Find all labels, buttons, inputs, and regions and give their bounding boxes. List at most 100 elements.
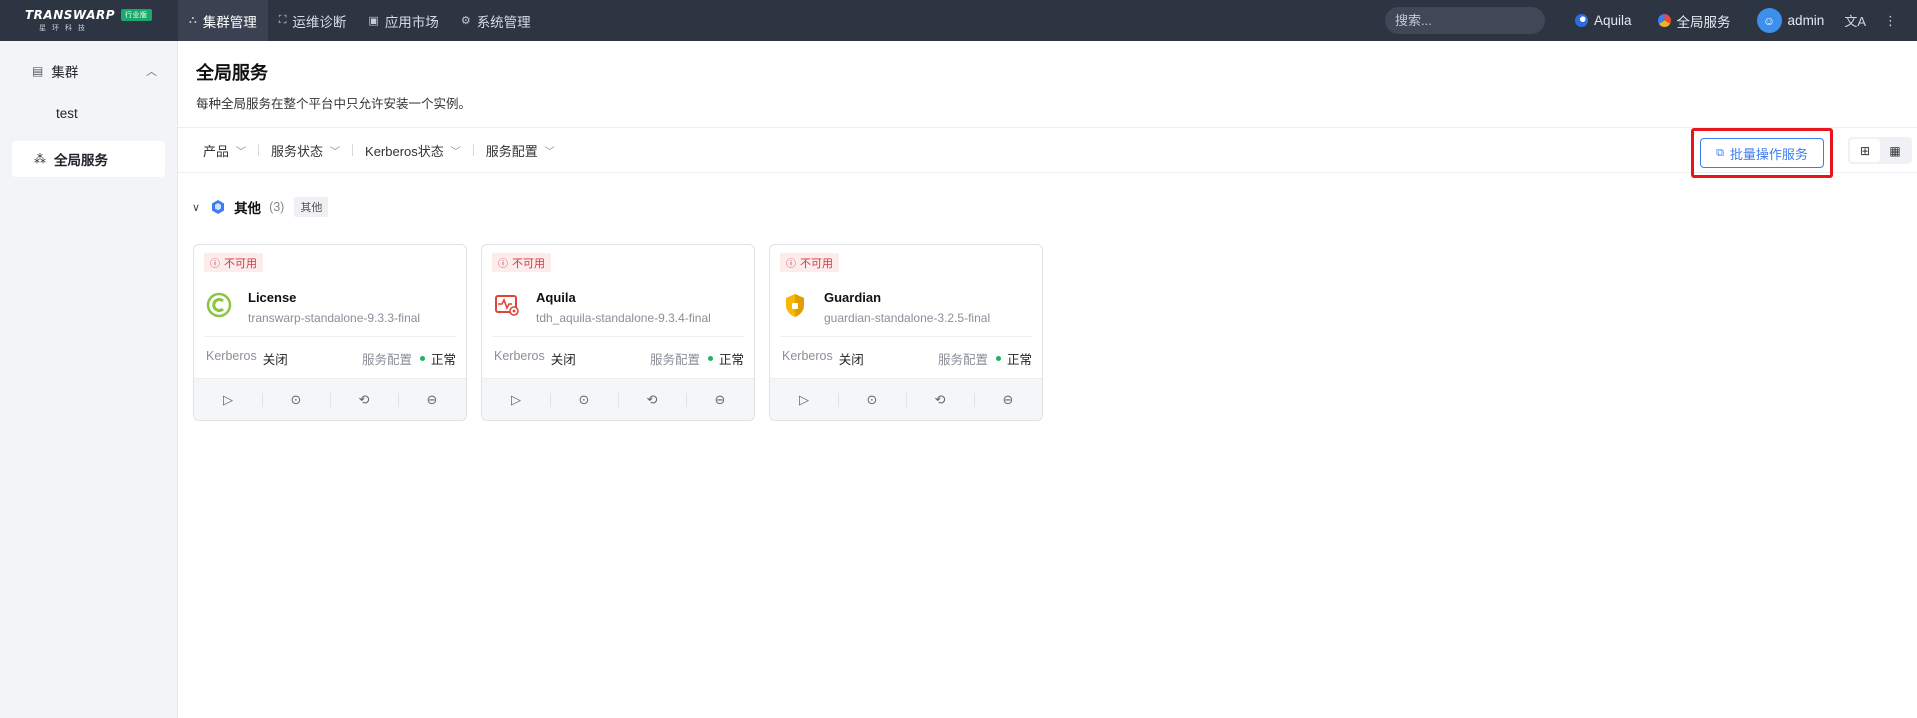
copy-icon: ⧉ xyxy=(1716,146,1724,159)
top-nav-app-market[interactable]: ▣ 应用市场 xyxy=(357,0,449,41)
shield-icon xyxy=(786,294,804,317)
chevron-down-icon: ∨ xyxy=(192,201,201,214)
top-right-tools: Aquila 全局服务 ☺ admin 文A ⋮ xyxy=(1385,0,1917,41)
status-badge: ⓘ 不可用 xyxy=(780,253,839,272)
service-meta: Kerberos 关闭 服务配置 正常 xyxy=(782,349,1032,368)
service-name: License xyxy=(248,290,297,305)
stop-icon[interactable]: ⊙ xyxy=(262,379,330,420)
stop-icon[interactable]: ⊙ xyxy=(838,379,906,420)
config-value: 正常 xyxy=(430,353,456,367)
top-nav-ops-diagnosis[interactable]: ⛶ 运维诊断 xyxy=(268,0,358,41)
table-view-icon[interactable]: ▦ xyxy=(1880,139,1910,162)
top-nav-cluster-management[interactable]: ⛬ 集群管理 xyxy=(178,0,268,41)
sidebar: ▤ 集群 ︿ test ⁂ 全局服务 xyxy=(0,41,178,718)
stop-icon[interactable]: ⊙ xyxy=(550,379,618,420)
view-toggle: ⊞ ▦ xyxy=(1848,137,1912,164)
group-name: 其他 xyxy=(234,201,262,216)
avatar: ☺ xyxy=(1756,8,1782,33)
service-meta: Kerberos 关闭 服务配置 正常 xyxy=(206,349,456,368)
config-value: 正常 xyxy=(1006,353,1032,367)
logo-edition-tag: 行业版 xyxy=(121,9,152,21)
restart-icon[interactable]: ⟲ xyxy=(906,379,974,420)
chevron-down-icon: ﹀ xyxy=(236,146,247,158)
gear-icon: ⚙ xyxy=(460,15,471,27)
kerberos-value: 关闭 xyxy=(262,353,288,367)
warning-circle-icon: ⓘ xyxy=(786,259,796,270)
warning-circle-icon: ⓘ xyxy=(498,259,508,270)
search-input[interactable] xyxy=(1385,7,1546,34)
cube-icon xyxy=(212,200,225,214)
config-label: 服务配置 xyxy=(937,353,988,367)
sidebar-item-test[interactable]: test xyxy=(12,95,165,131)
service-card-aquila[interactable]: ⓘ 不可用 Aquila tdh_aquila-standalone-9.3.4… xyxy=(481,244,755,421)
service-name: Aquila xyxy=(536,290,576,305)
server-icon: ▤ xyxy=(32,64,44,78)
remove-icon[interactable]: ⊖ xyxy=(686,379,754,420)
restart-icon[interactable]: ⟲ xyxy=(618,379,686,420)
aquila-link[interactable]: Aquila xyxy=(1567,13,1640,28)
status-dot xyxy=(419,356,425,361)
more-vertical-icon[interactable]: ⋮ xyxy=(1884,13,1897,29)
chevron-down-icon: ﹀ xyxy=(450,146,461,158)
start-icon[interactable]: ▷ xyxy=(482,379,550,420)
filter-label: 服务配置 xyxy=(485,143,538,159)
filter-service-status[interactable]: 服务状态 ﹀ xyxy=(259,141,352,160)
start-icon[interactable]: ▷ xyxy=(770,379,838,420)
logo-brand-text: TRANSWARP xyxy=(25,8,116,22)
top-nav-label: 运维诊断 xyxy=(292,14,347,30)
warning-circle-icon: ⓘ xyxy=(210,259,220,270)
remove-icon[interactable]: ⊖ xyxy=(398,379,466,420)
chevron-down-icon: ﹀ xyxy=(544,146,555,158)
cluster-icon: ⛬ xyxy=(189,14,197,26)
batch-operate-services-button[interactable]: ⧉ 批量操作服务 xyxy=(1700,138,1824,168)
top-nav: ⛬ 集群管理 ⛶ 运维诊断 ▣ 应用市场 ⚙ 系统管理 xyxy=(178,0,542,41)
kerberos-label: Kerberos xyxy=(494,349,545,363)
filter-product[interactable]: 产品 ﹀ xyxy=(178,141,258,160)
service-card-license[interactable]: ⓘ 不可用 License transwarp-standalone-9.3.3… xyxy=(193,244,467,421)
sidebar-group-label: 集群 xyxy=(51,65,79,80)
global-services-icon xyxy=(1657,14,1671,27)
global-services-link[interactable]: 全局服务 xyxy=(1650,11,1739,31)
sidebar-item-global-services[interactable]: ⁂ 全局服务 xyxy=(12,141,165,177)
user-menu[interactable]: ☺ admin xyxy=(1749,8,1833,33)
service-card-guardian[interactable]: ⓘ 不可用 Guardian guardian-standalone-3.2.5… xyxy=(769,244,1043,421)
main-content: 全局服务 每种全局服务在整个平台中只允许安装一个实例。 产品 ﹀ 服务状态 ﹀ … xyxy=(178,41,1917,718)
service-group-header[interactable]: ∨ 其他 (3) 其他 xyxy=(192,197,329,217)
kerberos-label: Kerberos xyxy=(206,349,257,363)
kerberos-value: 关闭 xyxy=(550,353,576,367)
top-nav-system-management[interactable]: ⚙ 系统管理 xyxy=(450,0,542,41)
market-icon: ▣ xyxy=(368,15,379,27)
group-tag: 其他 xyxy=(294,197,329,217)
card-actions: ▷ ⊙ ⟲ ⊖ xyxy=(194,378,466,420)
license-icon xyxy=(206,292,232,318)
highlight-box: ⧉ 批量操作服务 xyxy=(1691,128,1833,178)
top-nav-label: 应用市场 xyxy=(384,14,439,30)
start-icon[interactable]: ▷ xyxy=(194,379,262,420)
restart-icon[interactable]: ⟲ xyxy=(330,379,398,420)
service-meta: Kerberos 关闭 服务配置 正常 xyxy=(494,349,744,368)
logo-subtitle: 星环科技 xyxy=(39,25,91,32)
filter-kerberos-status[interactable]: Kerberos状态 ﹀ xyxy=(353,141,473,160)
card-actions: ▷ ⊙ ⟲ ⊖ xyxy=(482,378,754,420)
kerberos-label: Kerberos xyxy=(782,349,833,363)
page-title: 全局服务 xyxy=(196,63,268,83)
divider xyxy=(492,336,744,337)
config-label: 服务配置 xyxy=(649,353,700,367)
sidebar-group-cluster[interactable]: ▤ 集群 ︿ xyxy=(12,57,165,85)
language-icon[interactable]: 文A xyxy=(1844,11,1866,30)
kerberos-value: 关闭 xyxy=(838,353,864,367)
status-text: 不可用 xyxy=(800,257,833,270)
service-version: guardian-standalone-3.2.5-final xyxy=(824,311,991,325)
sidebar-item-label: test xyxy=(56,105,78,121)
service-version: transwarp-standalone-9.3.3-final xyxy=(248,311,421,325)
global-services-label: 全局服务 xyxy=(1676,14,1731,30)
remove-icon[interactable]: ⊖ xyxy=(974,379,1042,420)
filter-label: Kerberos状态 xyxy=(365,143,444,159)
chevron-up-icon: ︿ xyxy=(146,66,157,78)
status-badge: ⓘ 不可用 xyxy=(204,253,263,272)
grid-view-icon[interactable]: ⊞ xyxy=(1850,139,1880,162)
transwarp-logo[interactable]: TRANSWARP 行业版 星环科技 xyxy=(0,0,178,41)
aquila-icon xyxy=(1575,14,1589,27)
filter-service-config[interactable]: 服务配置 ﹀ xyxy=(474,141,567,160)
divider xyxy=(204,336,456,337)
